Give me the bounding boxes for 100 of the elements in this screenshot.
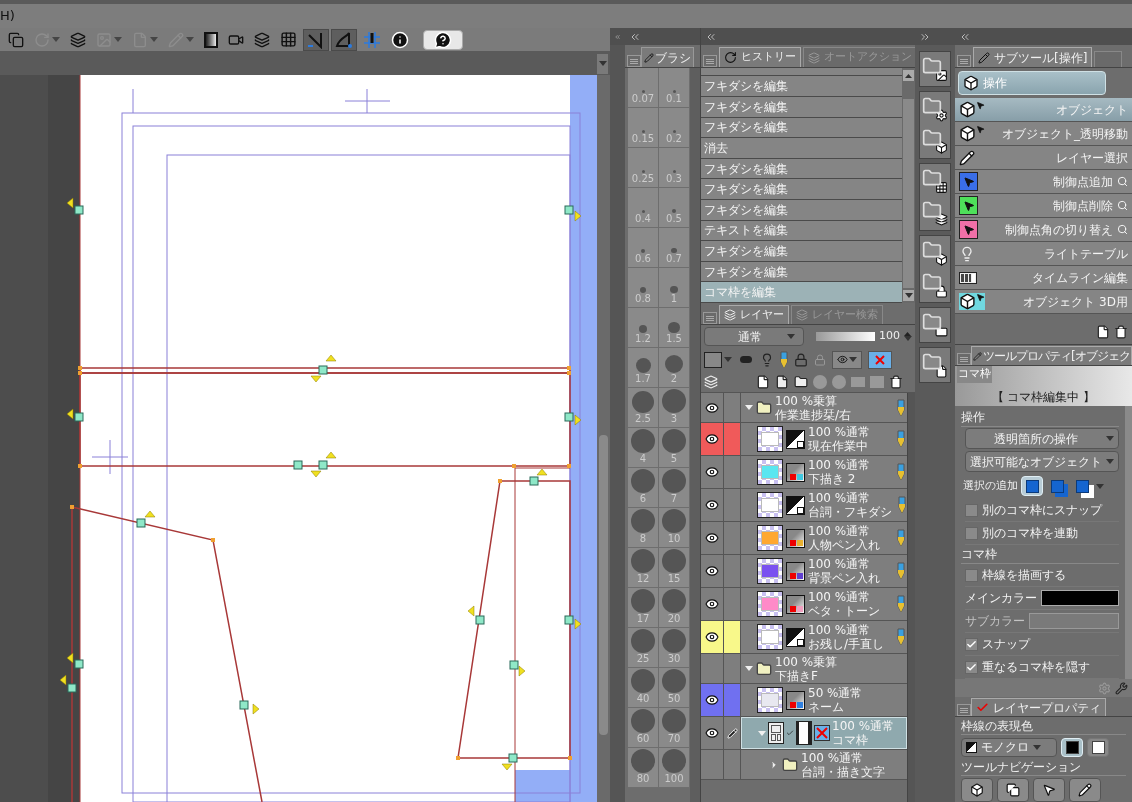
brush-size-cell[interactable]: 12 <box>628 548 659 588</box>
brush-size-cell[interactable]: 17 <box>628 588 659 628</box>
new-sub-tool-icon[interactable] <box>1096 325 1110 339</box>
brush-size-cell[interactable]: 50 <box>659 668 690 708</box>
image-folder-icon[interactable] <box>922 56 948 82</box>
brush-size-cell[interactable]: 0.5 <box>659 188 690 228</box>
lock-folder-icon[interactable] <box>922 272 948 298</box>
property-dropdown[interactable]: 透明箇所の操作 <box>965 428 1119 449</box>
wrench-icon[interactable] <box>1115 681 1128 695</box>
checkbox[interactable] <box>965 503 978 517</box>
scroll-up-icon[interactable] <box>903 70 914 81</box>
visibility-eye-icon[interactable] <box>705 564 719 578</box>
brush-size-cell[interactable]: 5 <box>659 428 690 468</box>
brush-size-cell[interactable]: 0.1 <box>659 68 690 108</box>
panel-tab[interactable]: ブラシ <box>641 47 694 67</box>
sub-tool-item[interactable]: レイヤー選択 <box>955 146 1132 170</box>
panel-tab[interactable]: ヒストリー <box>719 47 801 67</box>
brush-size-cell[interactable]: 25 <box>628 628 659 668</box>
panel-tab[interactable]: レイヤープロパティ <box>971 698 1106 716</box>
checkbox[interactable] <box>965 568 978 582</box>
brush-size-cell[interactable]: 0.25 <box>628 148 659 188</box>
checkbox[interactable] <box>965 637 978 651</box>
visibility-eye-icon[interactable] <box>705 498 719 512</box>
sub-tool-item[interactable]: 制御点削除 <box>955 194 1132 218</box>
brush-size-cell[interactable]: 1.7 <box>628 348 659 388</box>
brush-size-cell[interactable]: 8 <box>628 508 659 548</box>
history-item[interactable]: フキダシを編集 <box>701 200 902 221</box>
sub-tool-item[interactable]: オブジェクト_透明移動 <box>955 122 1132 146</box>
brush-size-cell[interactable]: 1.5 <box>659 308 690 348</box>
help-button[interactable] <box>423 29 463 50</box>
scrollbar-thumb[interactable] <box>903 99 914 288</box>
brush-size-cell[interactable]: 0.3 <box>659 148 690 188</box>
history-item[interactable]: テキストを編集 <box>701 220 902 242</box>
visibility-eye-icon[interactable] <box>705 630 719 644</box>
history-item[interactable]: フキダシを編集 <box>701 158 902 180</box>
layer-row[interactable]: 100 %通常 ベタ・トーン <box>701 588 907 621</box>
panel-tab[interactable]: レイヤー <box>719 305 789 324</box>
visibility-eye-icon[interactable] <box>705 597 719 611</box>
history-item[interactable]: フキダシを編集 <box>701 117 902 139</box>
layer-row[interactable]: 100 %通常 人物ペン入れ <box>701 522 907 555</box>
layer-folder-row[interactable]: 100 %通常 台詞・描き文字 <box>701 750 907 780</box>
layer-color-dropdown[interactable] <box>704 351 732 368</box>
brush-size-cell[interactable]: 30 <box>659 628 690 668</box>
color-swatch[interactable] <box>1041 590 1119 606</box>
history-item[interactable]: コマ枠を編集 <box>701 282 902 303</box>
folder-icon[interactable] <box>922 312 948 338</box>
panel-tab[interactable]: サブツール[操作] <box>973 47 1093 67</box>
brush-size-cell[interactable]: 0.8 <box>628 268 659 308</box>
visibility-eye-icon[interactable] <box>705 726 719 740</box>
brush-size-cell[interactable]: 2.5 <box>628 388 659 428</box>
checkbox[interactable] <box>965 526 978 540</box>
new-layer-icon[interactable] <box>756 374 770 389</box>
layer-folder-row[interactable]: 100 %乗算 下描きF <box>701 654 907 684</box>
delete-icon[interactable] <box>889 374 903 389</box>
scroll-down-icon[interactable] <box>903 290 914 301</box>
history-item[interactable]: フキダシを編集 <box>701 241 902 262</box>
brush-size-cell[interactable]: 80 <box>628 748 659 788</box>
layer-row[interactable]: 100 %通常 お残し/手直し <box>701 621 907 654</box>
tone-folder-icon[interactable] <box>922 168 948 194</box>
layer-row[interactable]: 50 %通常 ネーム <box>701 684 907 717</box>
layer-row[interactable]: 100 %通常 下描き 2 <box>701 456 907 489</box>
visibility-eye-icon[interactable] <box>705 465 719 479</box>
brush-size-cell[interactable]: 2 <box>659 348 690 388</box>
brush-size-cell[interactable]: 7 <box>659 468 690 508</box>
history-item[interactable]: フキダシを編集 <box>701 76 902 98</box>
brush-size-cell[interactable]: 0.2 <box>659 108 690 148</box>
frame-mask-button[interactable] <box>868 350 892 369</box>
control-point-button[interactable] <box>1033 778 1065 802</box>
history-item[interactable]: 消去 <box>701 138 902 159</box>
blend-mode-dropdown[interactable]: 通常 <box>704 327 804 346</box>
checkbox[interactable] <box>965 660 978 674</box>
visibility-eye-icon[interactable] <box>705 531 719 545</box>
visibility-eye-icon[interactable] <box>705 432 719 446</box>
new-vector-layer-icon[interactable] <box>775 374 789 389</box>
spinner-icon[interactable] <box>904 332 912 341</box>
history-item[interactable]: フキダシを編集 <box>701 97 902 118</box>
collapse-caret-icon[interactable] <box>769 759 779 770</box>
brush-size-cell[interactable]: 60 <box>628 708 659 748</box>
brush-size-cell[interactable]: 0.07 <box>628 68 659 108</box>
frame-cut-button[interactable] <box>997 778 1029 802</box>
cube-folder-icon[interactable] <box>922 240 948 266</box>
layer-folder-row[interactable]: 100 %乗算 作業進捗栞/右 <box>701 393 907 423</box>
pen-tool-button[interactable] <box>1069 778 1101 802</box>
brush-size-cell[interactable]: 15 <box>659 548 690 588</box>
sub-tool-item[interactable]: 制御点追加 <box>955 170 1132 194</box>
sub-tool-item[interactable]: オブジェクト 3D用 <box>955 290 1132 314</box>
dropdown-button[interactable] <box>597 53 608 74</box>
brush-size-cell[interactable]: 40 <box>628 668 659 708</box>
lock-icon[interactable] <box>794 352 808 367</box>
visibility-eye-icon[interactable] <box>705 400 719 415</box>
expression-dropdown[interactable]: モノクロ <box>961 737 1057 757</box>
brush-size-cell[interactable]: 20 <box>659 588 690 628</box>
brush-size-cell[interactable]: 1 <box>659 268 690 308</box>
visibility-eye-icon[interactable] <box>705 693 719 707</box>
opacity-slider[interactable] <box>815 332 875 341</box>
brush-size-cell[interactable]: 0.7 <box>659 228 690 268</box>
layer-row[interactable]: 100 %通常 背景ペン入れ <box>701 555 907 588</box>
brush-size-cell[interactable]: 70 <box>659 708 690 748</box>
brush-size-cell[interactable]: 4 <box>628 428 659 468</box>
layer-row[interactable]: 100 %通常 台詞・フキダシ <box>701 489 907 522</box>
